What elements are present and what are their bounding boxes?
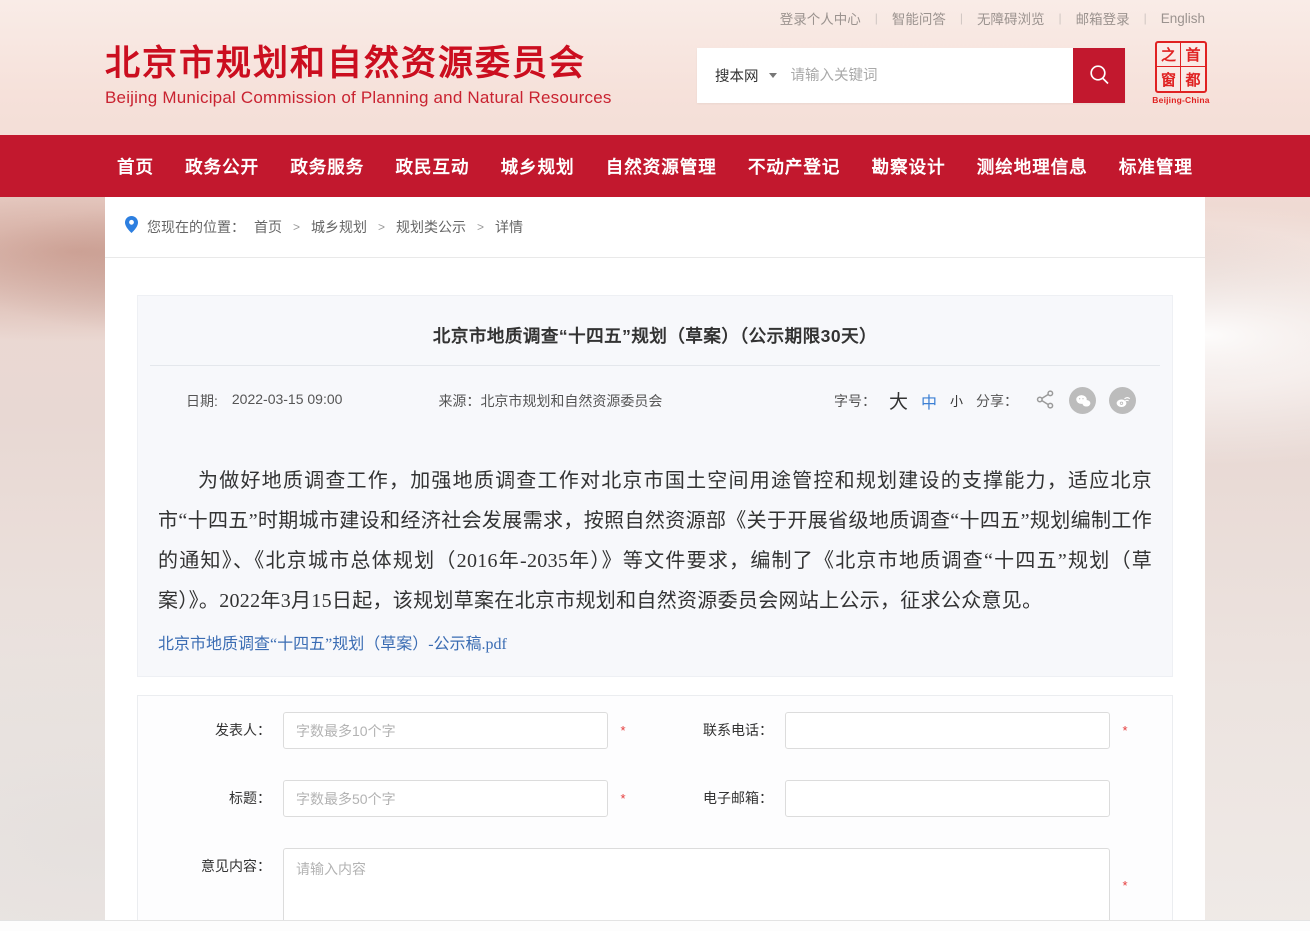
required-asterisk: * (1110, 878, 1140, 893)
nav-item-gov-info[interactable]: 政务公开 (185, 154, 259, 179)
seal-char: 首 (1181, 43, 1205, 67)
attachment-pdf-link[interactable]: 北京市地质调查“十四五”规划（草案）-公示稿.pdf (158, 630, 507, 654)
title-field[interactable] (283, 780, 608, 817)
fontsize-large-button[interactable]: 大 (889, 387, 908, 414)
nav-item-natural-resources[interactable]: 自然资源管理 (606, 154, 717, 179)
search-box: 搜本网 (697, 48, 1125, 103)
main-nav: 首页 政务公开 政务服务 政民互动 城乡规划 自然资源管理 不动产登记 勘察设计… (0, 135, 1310, 197)
topbar-link-login-center[interactable]: 登录个人中心 (780, 8, 861, 28)
date-label: 日期: (186, 391, 218, 411)
search-scope-label: 搜本网 (715, 65, 759, 86)
breadcrumb-urban-planning[interactable]: 城乡规划 (311, 217, 367, 237)
share-label: 分享： (976, 391, 1018, 411)
required-asterisk: * (608, 712, 638, 749)
caret-down-icon (769, 73, 777, 78)
comment-content-label: 意见内容： (138, 848, 283, 885)
breadcrumb-separator: > (477, 220, 484, 234)
share-nodes-icon[interactable] (1035, 389, 1056, 413)
form-row: 意见内容： * (138, 848, 1172, 923)
topbar-separator: | (1058, 11, 1061, 25)
site-header: 北京市规划和自然资源委员会 Beijing Municipal Commissi… (105, 36, 1205, 135)
fontsize-medium-button[interactable]: 中 (921, 389, 937, 413)
seal-char: 之 (1157, 43, 1181, 67)
nav-item-gov-services[interactable]: 政务服务 (290, 154, 364, 179)
comment-content-field[interactable] (283, 848, 1110, 923)
search-input[interactable] (791, 48, 1074, 103)
breadcrumb-home[interactable]: 首页 (254, 217, 282, 237)
topbar-separator: | (875, 11, 878, 25)
form-row: 发表人： * 联系电话： * (138, 712, 1172, 749)
breadcrumb-prefix: 您现在的位置： (147, 217, 245, 237)
site-title: 北京市规划和自然资源委员会 (105, 44, 612, 84)
breadcrumb-separator: > (293, 220, 300, 234)
seal-char: 都 (1181, 67, 1205, 91)
source-value: 北京市规划和自然资源委员会 (480, 393, 662, 409)
nav-item-survey-design[interactable]: 勘察设计 (872, 154, 946, 179)
topbar-link-mail-login[interactable]: 邮箱登录 (1076, 8, 1130, 28)
title-label: 标题： (138, 780, 283, 817)
site-logo[interactable]: 北京市规划和自然资源委员会 Beijing Municipal Commissi… (105, 44, 612, 108)
viewport-bottom-strip (0, 920, 1310, 931)
search-icon (1088, 63, 1111, 89)
site-subtitle: Beijing Municipal Commission of Planning… (105, 88, 612, 108)
topbar-separator: | (960, 11, 963, 25)
topbar-link-english[interactable]: English (1161, 11, 1205, 26)
form-row: 标题： * 电子邮箱： (138, 780, 1172, 817)
breadcrumb-planning-notices[interactable]: 规划类公示 (396, 217, 466, 237)
email-field[interactable] (785, 780, 1110, 817)
search-button[interactable] (1073, 48, 1125, 103)
topbar-link-smart-qa[interactable]: 智能问答 (892, 8, 946, 28)
breadcrumb: 您现在的位置： 首页 > 城乡规划 > 规划类公示 > 详情 (105, 197, 1205, 258)
comment-form: 发表人： * 联系电话： * 标题： * 电子邮箱： 意见内容： * (137, 695, 1173, 931)
top-bar: 登录个人中心 | 智能问答 | 无障碍浏览 | 邮箱登录 | English (105, 0, 1205, 36)
source-label: 来源： (438, 393, 480, 409)
article-body: 为做好地质调查工作，加强地质调查工作对北京市国土空间用途管控和规划建设的支撑能力… (158, 461, 1152, 621)
seal-characters: 之 首 窗 都 (1155, 41, 1207, 93)
fontsize-small-button[interactable]: 小 (950, 391, 963, 410)
nav-item-standards[interactable]: 标准管理 (1119, 154, 1193, 179)
fontsize-label: 字号： (834, 391, 876, 411)
nav-item-real-estate-registration[interactable]: 不动产登记 (748, 154, 841, 179)
nav-item-urban-planning[interactable]: 城乡规划 (501, 154, 575, 179)
article-title: 北京市地质调查“十四五”规划（草案）（公示期限30天） (148, 323, 1162, 348)
article-card: 北京市地质调查“十四五”规划（草案）（公示期限30天） 日期: 2022-03-… (137, 295, 1173, 677)
phone-label: 联系电话： (638, 712, 785, 749)
seal-caption: Beijing-China (1152, 95, 1210, 105)
publisher-field[interactable] (283, 712, 608, 749)
required-asterisk: * (608, 780, 638, 817)
publisher-label: 发表人： (138, 712, 283, 749)
date-value: 2022-03-15 09:00 (232, 391, 343, 411)
search-scope-dropdown[interactable]: 搜本网 (697, 65, 791, 86)
nav-item-surveying-mapping[interactable]: 测绘地理信息 (977, 154, 1088, 179)
wechat-share-icon[interactable] (1069, 387, 1096, 414)
topbar-separator: | (1144, 11, 1147, 25)
nav-item-public-interaction[interactable]: 政民互动 (395, 154, 469, 179)
email-label: 电子邮箱： (638, 780, 785, 817)
breadcrumb-separator: > (378, 220, 385, 234)
weibo-share-icon[interactable] (1109, 387, 1136, 414)
nav-item-home[interactable]: 首页 (117, 154, 154, 179)
article-meta: 日期: 2022-03-15 09:00 来源：北京市规划和自然资源委员会 字号… (148, 366, 1162, 414)
breadcrumb-current: 详情 (495, 217, 523, 237)
phone-field[interactable] (785, 712, 1110, 749)
location-pin-icon (125, 216, 138, 236)
content-container: 您现在的位置： 首页 > 城乡规划 > 规划类公示 > 详情 北京市地质调查“十… (105, 197, 1205, 931)
required-asterisk: * (1110, 712, 1140, 749)
capital-window-seal-logo[interactable]: 之 首 窗 都 Beijing-China (1152, 41, 1210, 105)
topbar-link-accessibility[interactable]: 无障碍浏览 (977, 8, 1045, 28)
seal-char: 窗 (1157, 67, 1181, 91)
